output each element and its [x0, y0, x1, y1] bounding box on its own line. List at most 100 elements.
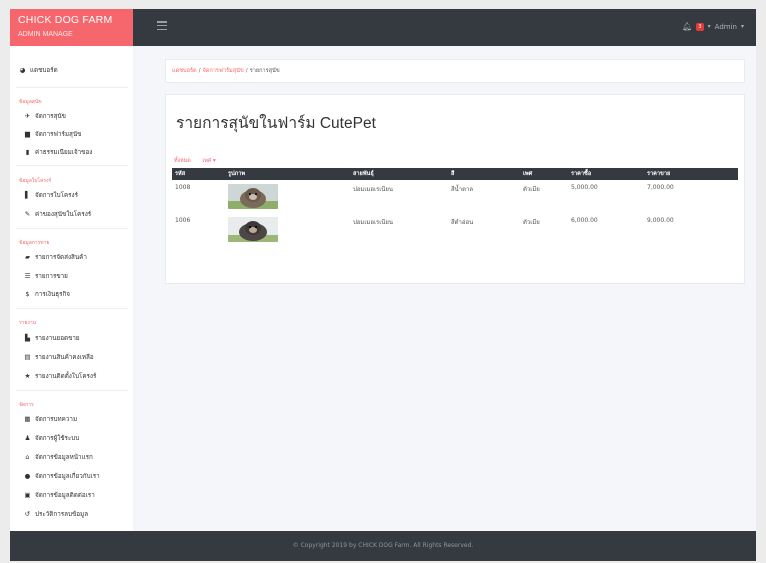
sidebar-item-label: การเงินธุรกิจ	[35, 291, 70, 298]
sidebar-item-about[interactable]: ● จัดการข้อมูลเกี่ยวกับเรา	[24, 471, 100, 481]
sidebar-section-title: ข้อมูลการขาย	[19, 240, 50, 246]
sidebar-divider	[16, 87, 128, 88]
sidebar-item-label: รายการจัดส่งสินค้า	[35, 254, 87, 261]
users-icon: ♟	[24, 434, 31, 442]
info-icon: ●	[24, 472, 31, 480]
bell-icon[interactable]: 🔔︎	[682, 22, 692, 31]
breadcrumb-home-link[interactable]: แดชบอร์ด	[172, 68, 197, 74]
menu-toggle-icon[interactable]	[157, 21, 167, 31]
sidebar-item-delete-history[interactable]: ↺ ประวัติการลบข้อมูล	[24, 509, 88, 519]
dog-photo-graphic	[228, 184, 278, 209]
sidebar-item-label: จัดการข้อมูลหน้าแรก	[35, 454, 93, 461]
sidebar-item-label: จัดการผู้ใช้ระบบ	[35, 435, 80, 442]
cell-image	[225, 213, 350, 246]
dog-photo[interactable]	[228, 184, 278, 209]
sidebar-section-title: ข้อมูลใบโครงร์	[19, 178, 52, 184]
cell-sex: ตัวเมีย	[523, 219, 540, 226]
sidebar-item-dashboard[interactable]: ◕ แดชบอร์ด	[19, 65, 58, 75]
column-header-sex[interactable]: เพศ	[520, 168, 568, 180]
list-icon: ☰	[24, 272, 31, 280]
home-icon: ⌂	[25, 453, 30, 461]
table-row[interactable]: 1008 ปอมเมอเรเนียน สีน้ำตาล ตัวเมีย 5,00…	[172, 180, 738, 213]
chevron-down-icon[interactable]: ▾	[741, 23, 744, 30]
sidebar-item-contact[interactable]: ▣ จัดการข้อมูลติดต่อเรา	[24, 490, 95, 500]
cell-breed: ปอมเมอเรเนียน	[353, 219, 394, 226]
sidebar-item-label: รายงานยอดขาย	[35, 335, 80, 342]
sidebar-item-manage-dogs[interactable]: ✈︎ จัดการสุนัข	[24, 111, 66, 121]
cell-breed: ปอมเมอเรเนียน	[353, 186, 394, 193]
sidebar-section-title: จัดการ	[19, 402, 34, 408]
dog-photo-graphic	[228, 217, 278, 242]
sidebar-item-label: ค่าของสุนัขในโครงร์	[35, 211, 92, 218]
sidebar-item-label: จัดการข้อมูลติดต่อเรา	[35, 492, 95, 499]
filter-tabs: ทั้งหมด เพศ ▾	[174, 157, 226, 165]
brand-title: CHICK DOG FARM	[18, 14, 113, 26]
dashboard-icon: ◕	[19, 66, 26, 74]
pencil-icon: ✎	[24, 210, 31, 218]
page-title: รายการสุนัขในฟาร์ม CutePet	[176, 115, 376, 132]
sidebar-item-label: จัดการบทความ	[35, 416, 78, 423]
app-frame: CHICK DOG FARM ADMIN MANAGE 🔔︎ 3 ▾ Admin…	[10, 9, 756, 561]
sidebar-item-certificate-fees[interactable]: ✎ ค่าของสุนัขในโครงร์	[24, 209, 91, 219]
sidebar-item-label: จัดการฟาร์มสุนัข	[35, 131, 82, 138]
sidebar: ◕ แดชบอร์ด ข้อมูลสุนัข ✈︎ จัดการสุนัข ▆ …	[10, 46, 134, 531]
dog-table: รหัส รูปภาพ สายพันธุ์ สี เพศ ราคาซื้อ รา…	[172, 168, 738, 246]
dog-photo[interactable]	[228, 217, 278, 242]
footer: © Copyright 2019 by CHICK DOG Farm. All …	[10, 531, 756, 561]
user-menu[interactable]: Admin	[715, 23, 737, 31]
cell-image	[225, 180, 350, 213]
filter-sex-dropdown[interactable]: เพศ ▾	[203, 158, 216, 164]
cell-buy-price: 6,000.00	[571, 217, 598, 224]
sidebar-item-finance[interactable]: $ การเงินธุรกิจ	[24, 289, 70, 299]
sidebar-item-manage-certificates[interactable]: ▌ จัดการใบโครงร์	[24, 190, 78, 200]
sidebar-divider	[16, 165, 128, 166]
breadcrumb-separator: /	[198, 68, 201, 74]
sidebar-item-owner-fees[interactable]: ▮ ค่าธรรมเนียมเจ้าของ	[24, 147, 93, 157]
sidebar-section-title: รายงาน	[19, 320, 37, 326]
column-header-image[interactable]: รูปภาพ	[225, 168, 350, 180]
breadcrumb-trail: แดชบอร์ด / จัดการฟาร์มสุนัข / รายการสุนัข	[172, 67, 280, 75]
column-header-color[interactable]: สี	[448, 168, 520, 180]
breadcrumb: แดชบอร์ด / จัดการฟาร์มสุนัข / รายการสุนัข	[165, 59, 745, 83]
brand-subtitle: ADMIN MANAGE	[18, 31, 73, 38]
top-navbar: CHICK DOG FARM ADMIN MANAGE 🔔︎ 3 ▾ Admin…	[10, 9, 756, 46]
building-icon: ▆	[25, 130, 30, 138]
sidebar-item-label: ค่าธรรมเนียมเจ้าของ	[35, 149, 93, 156]
sidebar-item-articles[interactable]: ▦ จัดการบทความ	[24, 414, 77, 424]
column-header-id[interactable]: รหัส	[172, 168, 225, 180]
column-header-sell-price[interactable]: ราคาขาย	[644, 168, 738, 180]
table-row[interactable]: 1006 ปอมเมอเรเนียน สีดำอ่อน ตัวเมีย 6,00…	[172, 213, 738, 246]
sidebar-item-label: จัดการสุนัข	[35, 113, 66, 120]
dollar-icon: $	[25, 290, 30, 298]
column-header-buy-price[interactable]: ราคาซื้อ	[568, 168, 644, 180]
star-icon: ★	[24, 372, 31, 380]
sidebar-item-sales[interactable]: ☰ รายการขาย	[24, 271, 68, 281]
sidebar-item-users[interactable]: ♟ จัดการผู้ใช้ระบบ	[24, 433, 80, 443]
truck-icon: ▰	[25, 253, 30, 261]
navbar-right: 🔔︎ 3 ▾ Admin ▾	[682, 22, 744, 31]
sidebar-item-shipments[interactable]: ▰ รายการจัดส่งสินค้า	[24, 252, 87, 262]
sidebar-item-stock-report[interactable]: ▤ รายงานสินค้าคงเหลือ	[24, 352, 94, 362]
sidebar-item-sales-report[interactable]: ▙ รายงานยอดขาย	[24, 333, 80, 343]
document-icon: ▙	[25, 334, 30, 342]
column-header-breed[interactable]: สายพันธุ์	[350, 168, 448, 180]
cell-color: สีน้ำตาล	[451, 186, 474, 193]
chevron-down-icon[interactable]: ▾	[708, 23, 711, 30]
filter-all-tab[interactable]: ทั้งหมด	[174, 158, 191, 164]
cell-sell-price: 9,000.00	[647, 217, 674, 224]
sidebar-item-label: จัดการข้อมูลเกี่ยวกับเรา	[35, 473, 100, 480]
sidebar-item-label: รายงานติดตั้งใบโครงร์	[35, 373, 97, 380]
sidebar-divider	[16, 390, 128, 391]
cell-sell-price: 7,000.00	[647, 184, 674, 191]
main-content: แดชบอร์ด / จัดการฟาร์มสุนัข / รายการสุนัข รา…	[133, 46, 756, 531]
breadcrumb-current: รายการสุนัข	[249, 68, 280, 74]
sidebar-item-label: รายงานสินค้าคงเหลือ	[35, 354, 94, 361]
inventory-icon: ▤	[24, 353, 31, 361]
brand-logo[interactable]: CHICK DOG FARM ADMIN MANAGE	[10, 9, 133, 46]
sidebar-item-manage-farms[interactable]: ▆ จัดการฟาร์มสุนัข	[24, 129, 82, 139]
sidebar-item-label: จัดการใบโครงร์	[35, 192, 79, 199]
dog-list-card: รายการสุนัขในฟาร์ม CutePet ทั้งหมด เพศ ▾…	[165, 94, 745, 284]
breadcrumb-parent-link[interactable]: จัดการฟาร์มสุนัข	[202, 68, 243, 74]
sidebar-item-homepage[interactable]: ⌂ จัดการข้อมูลหน้าแรก	[24, 452, 93, 462]
sidebar-item-certificate-report[interactable]: ★ รายงานติดตั้งใบโครงร์	[24, 371, 97, 381]
